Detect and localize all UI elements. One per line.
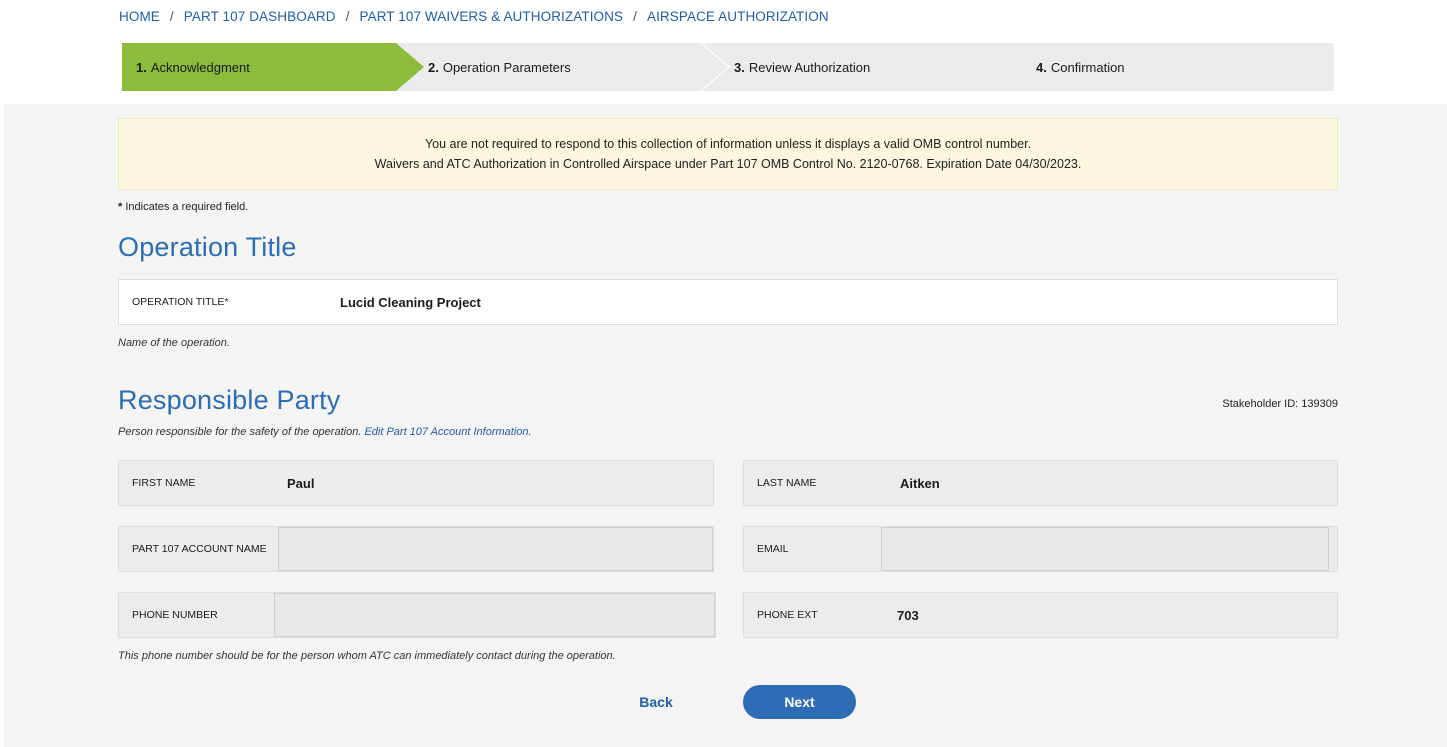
step-label: Operation Parameters	[442, 59, 571, 75]
step-number: 1.	[136, 59, 147, 75]
step-confirmation: 4. Confirmation	[1006, 43, 1334, 91]
breadcrumb-part107-dashboard[interactable]: PART 107 DASHBOARD	[184, 9, 336, 24]
omb-notice-line2: Waivers and ATC Authorization in Control…	[374, 157, 1082, 171]
phone-ext-field: PHONE EXT 703	[743, 592, 1338, 638]
breadcrumb-waivers-authorizations[interactable]: PART 107 WAIVERS & AUTHORIZATIONS	[359, 9, 623, 24]
operation-title-heading: Operation Title	[118, 232, 297, 262]
breadcrumb-separator: /	[345, 9, 350, 24]
email-label: EMAIL	[757, 543, 789, 555]
breadcrumb: HOME / PART 107 DASHBOARD / PART 107 WAI…	[119, 9, 829, 24]
phone-ext-value[interactable]: 703	[897, 608, 919, 623]
phone-ext-label: PHONE EXT	[757, 609, 818, 621]
email-field: EMAIL	[743, 526, 1338, 572]
breadcrumb-separator: /	[633, 9, 637, 24]
responsible-helper-text: Person responsible for the safety of the…	[118, 426, 365, 438]
last-name-label: LAST NAME	[757, 477, 817, 489]
back-button[interactable]: Back	[616, 686, 696, 718]
account-name-input[interactable]	[278, 527, 713, 571]
responsible-party-helper: Person responsible for the safety of the…	[118, 426, 532, 438]
operation-title-helper: Name of the operation.	[118, 337, 230, 349]
phone-number-input[interactable]	[274, 593, 715, 637]
step-number: 2.	[428, 59, 439, 75]
edit-account-link[interactable]: Edit Part 107 Account Information.	[364, 426, 531, 438]
stakeholder-id: Stakeholder ID: 139309	[1222, 398, 1338, 410]
breadcrumb-home[interactable]: HOME	[119, 9, 160, 24]
phone-number-label: PHONE NUMBER	[132, 609, 218, 621]
phone-number-field: PHONE NUMBER	[118, 592, 716, 638]
last-name-value: Aitken	[900, 475, 940, 491]
phone-helper: This phone number should be for the pers…	[118, 650, 616, 662]
step-operation-parameters: 2. Operation Parameters	[396, 43, 728, 91]
operation-title-field[interactable]: OPERATION TITLE* Lucid Cleaning Project	[118, 279, 1338, 325]
next-button[interactable]: Next	[743, 685, 856, 719]
step-label: Acknowledgment	[150, 59, 250, 75]
omb-notice: You are not required to respond to this …	[118, 118, 1338, 190]
omb-notice-line1: You are not required to respond to this …	[424, 137, 1032, 151]
step-label: Review Authorization	[748, 59, 871, 75]
required-note-text: Indicates a required field.	[122, 201, 249, 213]
breadcrumb-separator: /	[169, 9, 174, 24]
breadcrumb-airspace-authorization[interactable]: AIRSPACE AUTHORIZATION	[647, 9, 829, 24]
step-review-authorization: 3. Review Authorization	[702, 43, 1034, 91]
required-field-note: * Indicates a required field.	[118, 201, 248, 213]
first-name-field: FIRST NAME Paul	[118, 460, 714, 506]
email-input[interactable]	[881, 527, 1329, 571]
step-acknowledgment: 1. Acknowledgment	[122, 43, 424, 91]
account-name-field: PART 107 ACCOUNT NAME	[118, 526, 714, 572]
step-number: 4.	[1036, 59, 1047, 75]
first-name-label: FIRST NAME	[132, 477, 196, 489]
operation-title-label: OPERATION TITLE*	[132, 296, 229, 308]
responsible-party-heading: Responsible Party	[118, 385, 341, 415]
last-name-field: LAST NAME Aitken	[743, 460, 1338, 506]
operation-title-value[interactable]: Lucid Cleaning Project	[340, 295, 481, 310]
progress-stepper: 1. Acknowledgment 2. Operation Parameter…	[122, 43, 1334, 91]
account-name-label: PART 107 ACCOUNT NAME	[132, 543, 267, 555]
first-name-value: Paul	[287, 475, 315, 491]
step-number: 3.	[734, 59, 745, 75]
step-label: Confirmation	[1050, 59, 1125, 75]
